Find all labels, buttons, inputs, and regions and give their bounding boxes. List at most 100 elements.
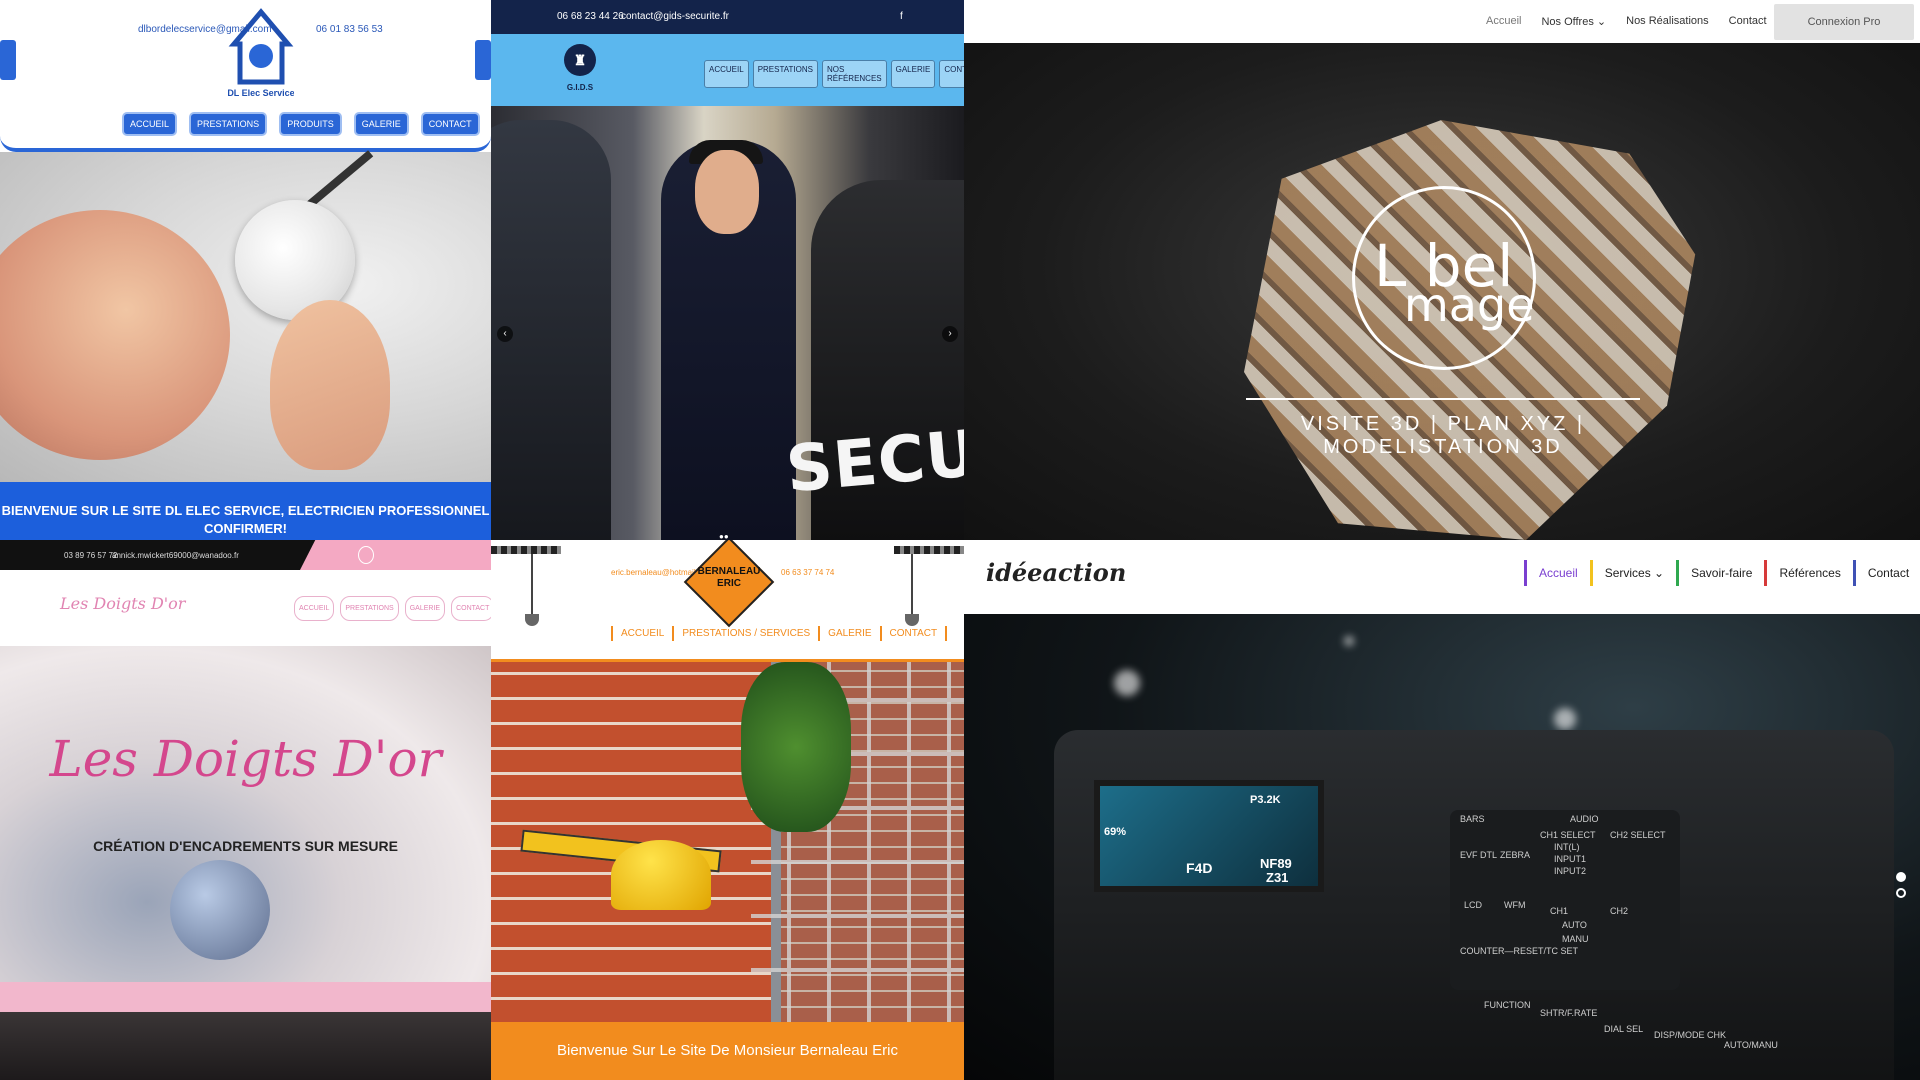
panel-input1: INPUT1 [1554,854,1587,864]
doigts-dor-topbar-pink [300,540,491,570]
doigts-dor-topbar: 03 89 76 57 72 annick.mwickert69000@wana… [0,540,491,570]
connexion-pro-button[interactable]: Connexion Pro [1774,4,1914,40]
label-image-nav: Accueil Nos Offres ⌄ Nos Réalisations Co… [1486,15,1767,28]
dl-elec-logo-text: DL Elec Service [228,88,294,98]
gids-site-screenshot: 06 68 23 44 26 contact@gids-securite.fr … [491,0,964,540]
ideeaction-logo[interactable]: idéeaction [986,558,1126,587]
gids-logo[interactable]: ♜ G.I.D.S [563,38,597,100]
ideeaction-nav: Accueil Services ⌄ Savoir-faire Référenc… [1524,560,1909,586]
ideeaction-nav-references[interactable]: Références [1764,560,1841,586]
doigts-dor-nav-contact[interactable]: CONTACT [451,596,491,621]
camera-control-panel: AUDIO BARS CH1 SELECT CH2 SELECT INT(L) … [1450,810,1680,990]
doigts-dor-bottom-section [0,1012,491,1080]
bokeh-light [1554,708,1576,730]
bernaleau-nav-accueil[interactable]: ACCUEIL [611,626,672,641]
panel-audio: AUDIO [1570,814,1599,824]
gids-email[interactable]: contact@gids-securite.fr [621,11,729,22]
doigts-dor-nav-galerie[interactable]: GALERIE [404,596,446,621]
bokeh-light [1114,670,1140,696]
panel-auto-manu: AUTO/MANU [1724,1040,1778,1050]
doigts-dor-nav-accueil[interactable]: ACCUEIL [294,596,335,621]
gids-nav-prestations[interactable]: PRESTATIONS [752,60,818,88]
gids-nav-contact[interactable]: CONTACT [939,60,964,88]
label-image-navbar: Accueil Nos Offres ⌄ Nos Réalisations Co… [964,0,1920,43]
panel-input2: INPUT2 [1554,866,1587,876]
viewfinder-69: 69% [1104,826,1127,838]
dl-elec-nav-accueil[interactable]: ACCUEIL [122,112,178,136]
panel-bars: BARS [1460,814,1485,824]
doigts-dor-nav-prestations[interactable]: PRESTATIONS [340,596,399,621]
doigts-dor-logo[interactable]: Les Doigts D'or [60,594,185,613]
crane-hook-left [531,554,533,614]
dl-elec-nav-prestations[interactable]: PRESTATIONS [189,112,268,136]
crane-hook-right-end [905,614,919,626]
hero-globe [170,860,270,960]
panel-auto: AUTO [1562,920,1587,930]
ideeaction-nav-services[interactable]: Services ⌄ [1589,560,1664,586]
viewfinder-nf89: NF89 [1260,856,1292,871]
doigts-dor-pink-band [0,982,491,1012]
bernaleau-nav-contact[interactable]: CONTACT [879,626,948,641]
slider-dot[interactable] [1896,888,1906,898]
gids-nav-references[interactable]: NOS RÉFÉRENCES [821,60,887,88]
ideeaction-site-screenshot: idéeaction Accueil Services ⌄ Savoir-fai… [964,540,1920,1080]
bernaleau-header: eric.bernaleau@hotmail.com 06 63 37 74 7… [491,540,964,662]
ideeaction-nav-accueil[interactable]: Accueil [1524,560,1578,586]
dl-elec-phone[interactable]: 06 01 83 56 53 [316,24,383,35]
doigts-dor-phone[interactable]: 03 89 76 57 72 [64,551,117,560]
svg-text:♜: ♜ [574,52,587,68]
label-image-nav-contact[interactable]: Contact [1729,15,1767,28]
camera-viewfinder-screen: P3.2K 69% F4D NF89 Z31 [1094,780,1324,892]
gids-nav: ACCUEIL PRESTATIONS NOS RÉFÉRENCES GALER… [704,60,964,88]
label-image-logo-line2: mage [1404,278,1535,332]
slider-dot-active[interactable] [1896,872,1906,882]
dl-elec-site-screenshot: dlbordelecservice@gmail.com 06 01 83 56 … [0,0,491,540]
bernaleau-nav-galerie[interactable]: GALERIE [818,626,879,641]
gids-header: ♜ G.I.D.S ACCUEIL PRESTATIONS NOS RÉFÉRE… [491,34,964,106]
slider-prev-arrow-icon[interactable]: ‹ [497,326,513,342]
viewfinder-p32k: P3.2K [1250,794,1281,806]
bernaleau-site-screenshot: eric.bernaleau@hotmail.com 06 63 37 74 7… [491,540,964,1080]
gids-logo-text: G.I.D.S [567,83,594,92]
panel-ch1: CH1 [1550,906,1569,916]
panel-shtr-frate: SHTR/F.RATE [1540,1008,1598,1018]
dl-elec-nav: ACCUEIL PRESTATIONS PRODUITS GALERIE CON… [122,112,480,136]
panel-int-l: INT(L) [1554,842,1580,852]
doigts-dor-hero-subtitle: CRÉATION D'ENCADREMENTS SUR MESURE [93,838,398,854]
facebook-icon[interactable]: f [900,11,903,22]
label-image-tagline: VISITE 3D | PLAN XYZ | MODELISTATION 3D [1300,413,1586,458]
bernaleau-phone[interactable]: 06 63 37 74 74 [781,568,834,577]
dl-elec-nav-contact[interactable]: CONTACT [420,112,480,136]
ideeaction-nav-contact[interactable]: Contact [1852,560,1909,586]
gids-phone[interactable]: 06 68 23 44 26 [557,11,624,22]
panel-zebra: ZEBRA [1500,850,1531,860]
label-image-nav-accueil[interactable]: Accueil [1486,15,1521,28]
panel-function: FUNCTION [1484,1000,1531,1010]
dl-elec-banner-line1: BIENVENUE SUR LE SITE DL ELEC SERVICE, E… [1,503,490,518]
slider-dots[interactable]: ●● [719,532,729,540]
label-image-nav-realisations[interactable]: Nos Réalisations [1626,15,1709,28]
plug-icon [475,40,491,80]
gids-nav-accueil[interactable]: ACCUEIL [704,60,749,88]
crane-right-icon [894,546,964,554]
bernaleau-logo-line1: BERNALEAU [697,566,761,577]
panel-ch1-select: CH1 SELECT [1540,830,1596,840]
gids-nav-galerie[interactable]: GALERIE [890,60,936,88]
ideeaction-nav-savoir-faire[interactable]: Savoir-faire [1676,560,1752,586]
bernaleau-nav-prestations[interactable]: PRESTATIONS / SERVICES [672,626,818,641]
location-icon[interactable] [358,546,374,564]
hero-tree [741,662,851,832]
panel-manu: MANU [1562,934,1589,944]
bokeh-light [1344,636,1354,646]
dl-elec-logo[interactable]: DL Elec Service [228,4,294,100]
panel-ch2: CH2 [1610,906,1629,916]
doigts-dor-nav: ACCUEIL PRESTATIONS GALERIE CONTACT [294,596,491,621]
dl-elec-nav-galerie[interactable]: GALERIE [353,112,409,136]
dl-elec-nav-produits[interactable]: PRODUITS [279,112,342,136]
doigts-dor-site-screenshot: 03 89 76 57 72 annick.mwickert69000@wana… [0,540,491,1080]
plug-icon [0,40,16,80]
slider-next-arrow-icon[interactable]: › [942,326,958,342]
label-image-nav-offres[interactable]: Nos Offres ⌄ [1541,15,1606,28]
crane-left-icon [491,546,561,554]
doigts-dor-email[interactable]: annick.mwickert69000@wanadoo.fr [112,551,239,560]
